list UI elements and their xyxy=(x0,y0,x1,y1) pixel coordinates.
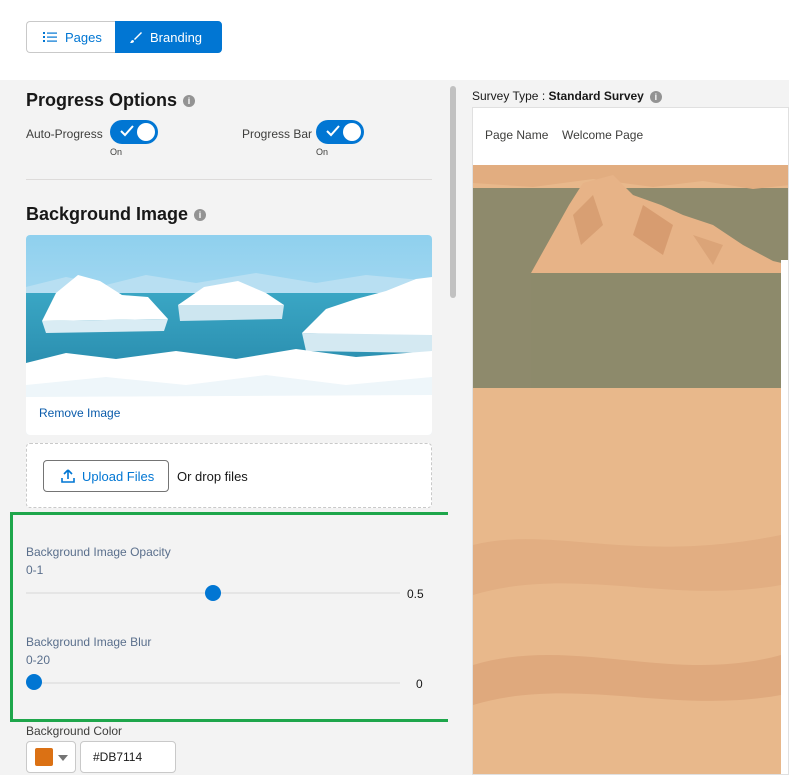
info-icon[interactable]: i xyxy=(194,209,207,222)
upload-files-label: Upload Files xyxy=(82,468,155,484)
background-image-heading: Background Image i xyxy=(26,204,207,225)
progress-bar-toggle[interactable] xyxy=(316,120,364,144)
tab-pages[interactable]: Pages xyxy=(26,21,115,53)
blur-slider-range: 0-20 xyxy=(26,653,51,667)
upload-files-button[interactable]: Upload Files xyxy=(43,460,169,492)
background-image-preview: Remove Image xyxy=(26,235,432,435)
toggle-knob xyxy=(137,123,155,141)
preview-background xyxy=(473,165,788,774)
page-name-value: Welcome Page xyxy=(562,128,644,142)
blur-slider-label: Background Image Blur xyxy=(26,635,152,649)
chevron-down-icon xyxy=(58,755,68,761)
slider-highlight-box xyxy=(10,512,462,722)
color-picker-button[interactable] xyxy=(26,741,76,773)
section-divider xyxy=(26,179,432,180)
tab-pages-label: Pages xyxy=(65,29,102,45)
opacity-slider-range: 0-1 xyxy=(26,563,44,577)
brush-icon xyxy=(130,31,142,43)
list-icon xyxy=(43,32,57,42)
check-icon xyxy=(326,125,340,137)
preview-header: Page Name Welcome Page xyxy=(473,108,788,165)
blur-slider-value: 0 xyxy=(416,677,423,691)
panel-scrollbar[interactable] xyxy=(448,80,460,775)
page-name-label: Page Name xyxy=(485,128,549,142)
progress-bar-state: On xyxy=(316,147,329,157)
background-image-title: Background Image xyxy=(26,204,189,224)
file-dropzone[interactable]: Upload Files Or drop files xyxy=(26,443,432,508)
arctic-landscape-image xyxy=(26,235,432,435)
auto-progress-toggle[interactable] xyxy=(110,120,158,144)
opacity-slider-thumb[interactable] xyxy=(205,585,221,601)
scrollbar-thumb[interactable] xyxy=(450,86,456,298)
info-icon[interactable]: i xyxy=(183,95,196,108)
progress-options-heading: Progress Options i xyxy=(26,90,196,111)
survey-preview-frame: Page Name Welcome Page xyxy=(472,107,789,775)
info-icon[interactable]: i xyxy=(649,90,662,103)
progress-options-title: Progress Options xyxy=(26,90,178,110)
blur-slider-track[interactable] xyxy=(26,682,400,684)
upload-icon xyxy=(61,469,75,483)
blur-slider-thumb[interactable] xyxy=(26,674,42,690)
auto-progress-label: Auto-Progress xyxy=(26,127,103,141)
background-color-input[interactable] xyxy=(80,741,176,773)
opacity-slider-label: Background Image Opacity xyxy=(26,545,171,559)
check-icon xyxy=(120,125,134,137)
background-color-label: Background Color xyxy=(26,724,123,738)
desert-background-image xyxy=(473,165,788,774)
survey-type-label: Survey Type : xyxy=(472,89,549,103)
survey-type-line: Survey Type : Standard Survey i xyxy=(472,89,662,103)
opacity-slider-value: 0.5 xyxy=(407,587,424,601)
tab-branding[interactable]: Branding xyxy=(115,21,222,53)
top-bar: Pages Branding xyxy=(0,0,789,80)
remove-image-link[interactable]: Remove Image xyxy=(39,406,120,420)
branding-settings-panel: Progress Options i Auto-Progress On Progr… xyxy=(0,80,462,775)
tab-button-group: Pages Branding xyxy=(26,21,222,53)
drop-files-text: Or drop files xyxy=(177,469,248,484)
color-swatch xyxy=(35,748,53,766)
progress-bar-label: Progress Bar xyxy=(242,127,313,141)
auto-progress-state: On xyxy=(110,147,123,157)
tab-branding-label: Branding xyxy=(150,29,203,45)
survey-type-value: Standard Survey xyxy=(548,89,644,103)
toggle-knob xyxy=(343,123,361,141)
survey-preview-panel: Survey Type : Standard Survey i Page Name… xyxy=(460,80,789,775)
